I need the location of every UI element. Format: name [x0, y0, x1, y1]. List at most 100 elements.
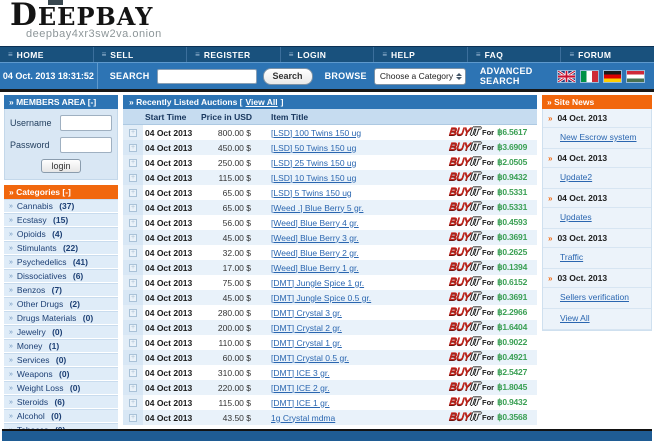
auction-item-link[interactable]: [Weed] Blue Berry 1 gr. [271, 263, 359, 273]
nav-item-forum[interactable]: ≡FORUM [561, 47, 654, 62]
sidebar-item-services[interactable]: »Services (0) [4, 353, 118, 367]
advanced-search-link[interactable]: ADVANCED SEARCH [480, 66, 558, 86]
buy-it-button[interactable]: BUYIT [448, 292, 479, 303]
sidebar-item-other-drugs[interactable]: »Other Drugs (2) [4, 297, 118, 311]
expand-icon[interactable]: + [129, 174, 137, 182]
expand-icon[interactable]: + [129, 384, 137, 392]
sidebar-item-dissociatives[interactable]: »Dissociatives (6) [4, 269, 118, 283]
buy-it-button[interactable]: BUYIT [448, 397, 479, 408]
auctions-view-all-link[interactable]: View All [246, 97, 278, 107]
auction-item-link[interactable]: [LSD] 50 Twins 150 ug [271, 143, 356, 153]
search-button[interactable]: Search [263, 68, 313, 85]
category-select[interactable]: Choose a Category [374, 68, 466, 85]
sidebar-item-alcohol[interactable]: »Alcohol (0) [4, 409, 118, 423]
auction-item-link[interactable]: [Weed] Blue Berry 2 gr. [271, 248, 359, 258]
buy-it-button[interactable]: BUYIT [448, 187, 479, 198]
news-link-updates[interactable]: Updates [560, 212, 592, 222]
sidebar-item-stimulants[interactable]: »Stimulants (22) [4, 241, 118, 255]
sidebar-item-benzos[interactable]: »Benzos (7) [4, 283, 118, 297]
buy-it-button[interactable]: BUYIT [448, 322, 479, 333]
nav-item-faq[interactable]: ≡FAQ [468, 47, 562, 62]
news-link-new-escrow-system[interactable]: New Escrow system [560, 132, 637, 142]
buy-it-button[interactable]: BUYIT [448, 352, 479, 363]
buy-it-button[interactable]: BUYIT [448, 262, 479, 273]
buy-it-button[interactable]: BUYIT [448, 367, 479, 378]
buy-it-button[interactable]: BUYIT [448, 172, 479, 183]
buy-it-button[interactable]: BUYIT [448, 277, 479, 288]
nav-item-sell[interactable]: ≡SELL [94, 47, 188, 62]
auction-item-link[interactable]: [LSD] 5 Twins 150 ug [271, 188, 352, 198]
sidebar-item-psychedelics[interactable]: »Psychedelics (41) [4, 255, 118, 269]
flag-uk-icon[interactable] [558, 71, 575, 82]
flag-hungary-icon[interactable] [627, 71, 644, 82]
buy-it-button[interactable]: BUYIT [448, 157, 479, 168]
expand-icon[interactable]: + [129, 234, 137, 242]
flag-italy-icon[interactable] [581, 71, 598, 82]
nav-item-help[interactable]: ≡HELP [374, 47, 468, 62]
sidebar-item-steroids[interactable]: »Steroids (6) [4, 395, 118, 409]
expand-icon[interactable]: + [129, 159, 137, 167]
sidebar-item-money[interactable]: »Money (1) [4, 339, 118, 353]
buy-it-button[interactable]: BUYIT [448, 412, 479, 423]
sidebar-item-weight-loss[interactable]: »Weight Loss (0) [4, 381, 118, 395]
sidebar-item-opioids[interactable]: »Opioids (4) [4, 227, 118, 241]
buy-it-button[interactable]: BUYIT [448, 202, 479, 213]
auction-item-link[interactable]: [DMT] Jungle Spice 0.5 gr. [271, 293, 371, 303]
news-view-all-link[interactable]: View All [560, 313, 590, 323]
buy-it-button[interactable]: BUYIT [448, 337, 479, 348]
auction-item-link[interactable]: [Weed] Blue Berry 3 gr. [271, 233, 359, 243]
nav-item-register[interactable]: ≡REGISTER [187, 47, 281, 62]
expand-icon[interactable]: + [129, 294, 137, 302]
search-input[interactable] [157, 69, 257, 84]
username-field[interactable] [60, 115, 112, 131]
expand-icon[interactable]: + [129, 144, 137, 152]
buy-it-button[interactable]: BUYIT [448, 142, 479, 153]
auction-item-link[interactable]: [DMT] Crystal 0.5 gr. [271, 353, 349, 363]
login-button[interactable]: login [41, 159, 80, 173]
buy-it-button[interactable]: BUYIT [448, 217, 479, 228]
auction-item-link[interactable]: [DMT] Crystal 3 gr. [271, 308, 342, 318]
expand-icon[interactable]: + [129, 309, 137, 317]
expand-icon[interactable]: + [129, 399, 137, 407]
auction-item-link[interactable]: [DMT] ICE 3 gr. [271, 368, 330, 378]
expand-icon[interactable]: + [129, 339, 137, 347]
sidebar-item-jewelry[interactable]: »Jewelry (0) [4, 325, 118, 339]
buy-it-button[interactable]: BUYIT [448, 247, 479, 258]
expand-icon[interactable]: + [129, 324, 137, 332]
flag-germany-icon[interactable] [604, 71, 621, 82]
expand-icon[interactable]: + [129, 279, 137, 287]
news-link-traffic[interactable]: Traffic [560, 252, 583, 262]
expand-icon[interactable]: + [129, 264, 137, 272]
expand-icon[interactable]: + [129, 414, 137, 422]
expand-icon[interactable]: + [129, 369, 137, 377]
expand-icon[interactable]: + [129, 219, 137, 227]
buy-it-button[interactable]: BUYIT [448, 232, 479, 243]
auction-item-link[interactable]: [DMT] Jungle Spice 1 gr. [271, 278, 364, 288]
news-link-update2[interactable]: Update2 [560, 172, 592, 182]
auction-item-link[interactable]: [LSD] 100 Twins 150 ug [271, 128, 361, 138]
expand-icon[interactable]: + [129, 204, 137, 212]
auction-item-link[interactable]: [LSD] 10 Twins 150 ug [271, 173, 356, 183]
buy-it-button[interactable]: BUYIT [448, 382, 479, 393]
expand-icon[interactable]: + [129, 249, 137, 257]
auction-item-link[interactable]: [DMT] ICE 1 gr. [271, 398, 330, 408]
buy-it-button[interactable]: BUYIT [448, 127, 479, 138]
auction-item-link[interactable]: [LSD] 25 Twins 150 ug [271, 158, 356, 168]
nav-item-login[interactable]: ≡LOGIN [281, 47, 375, 62]
sidebar-item-ecstasy[interactable]: »Ecstasy (15) [4, 213, 118, 227]
sidebar-item-cannabis[interactable]: »Cannabis (37) [4, 199, 118, 213]
auction-item-link[interactable]: [DMT] Crystal 1 gr. [271, 338, 342, 348]
password-field[interactable] [60, 137, 112, 153]
news-link-sellers-verification[interactable]: Sellers verification [560, 292, 629, 302]
auction-item-link[interactable]: [Weed] Blue Berry 4 gr. [271, 218, 359, 228]
sidebar-item-drugs-materials[interactable]: »Drugs Materials (0) [4, 311, 118, 325]
auction-item-link[interactable]: 1g Crystal mdma [271, 413, 335, 423]
nav-item-home[interactable]: ≡HOME [0, 47, 94, 62]
expand-icon[interactable]: + [129, 354, 137, 362]
auction-item-link[interactable]: [Weed .] Blue Berry 5 gr. [271, 203, 363, 213]
expand-icon[interactable]: + [129, 129, 137, 137]
auction-item-link[interactable]: [DMT] Crystal 2 gr. [271, 323, 342, 333]
buy-it-button[interactable]: BUYIT [448, 307, 479, 318]
expand-icon[interactable]: + [129, 189, 137, 197]
auction-item-link[interactable]: [DMT] ICE 2 gr. [271, 383, 330, 393]
